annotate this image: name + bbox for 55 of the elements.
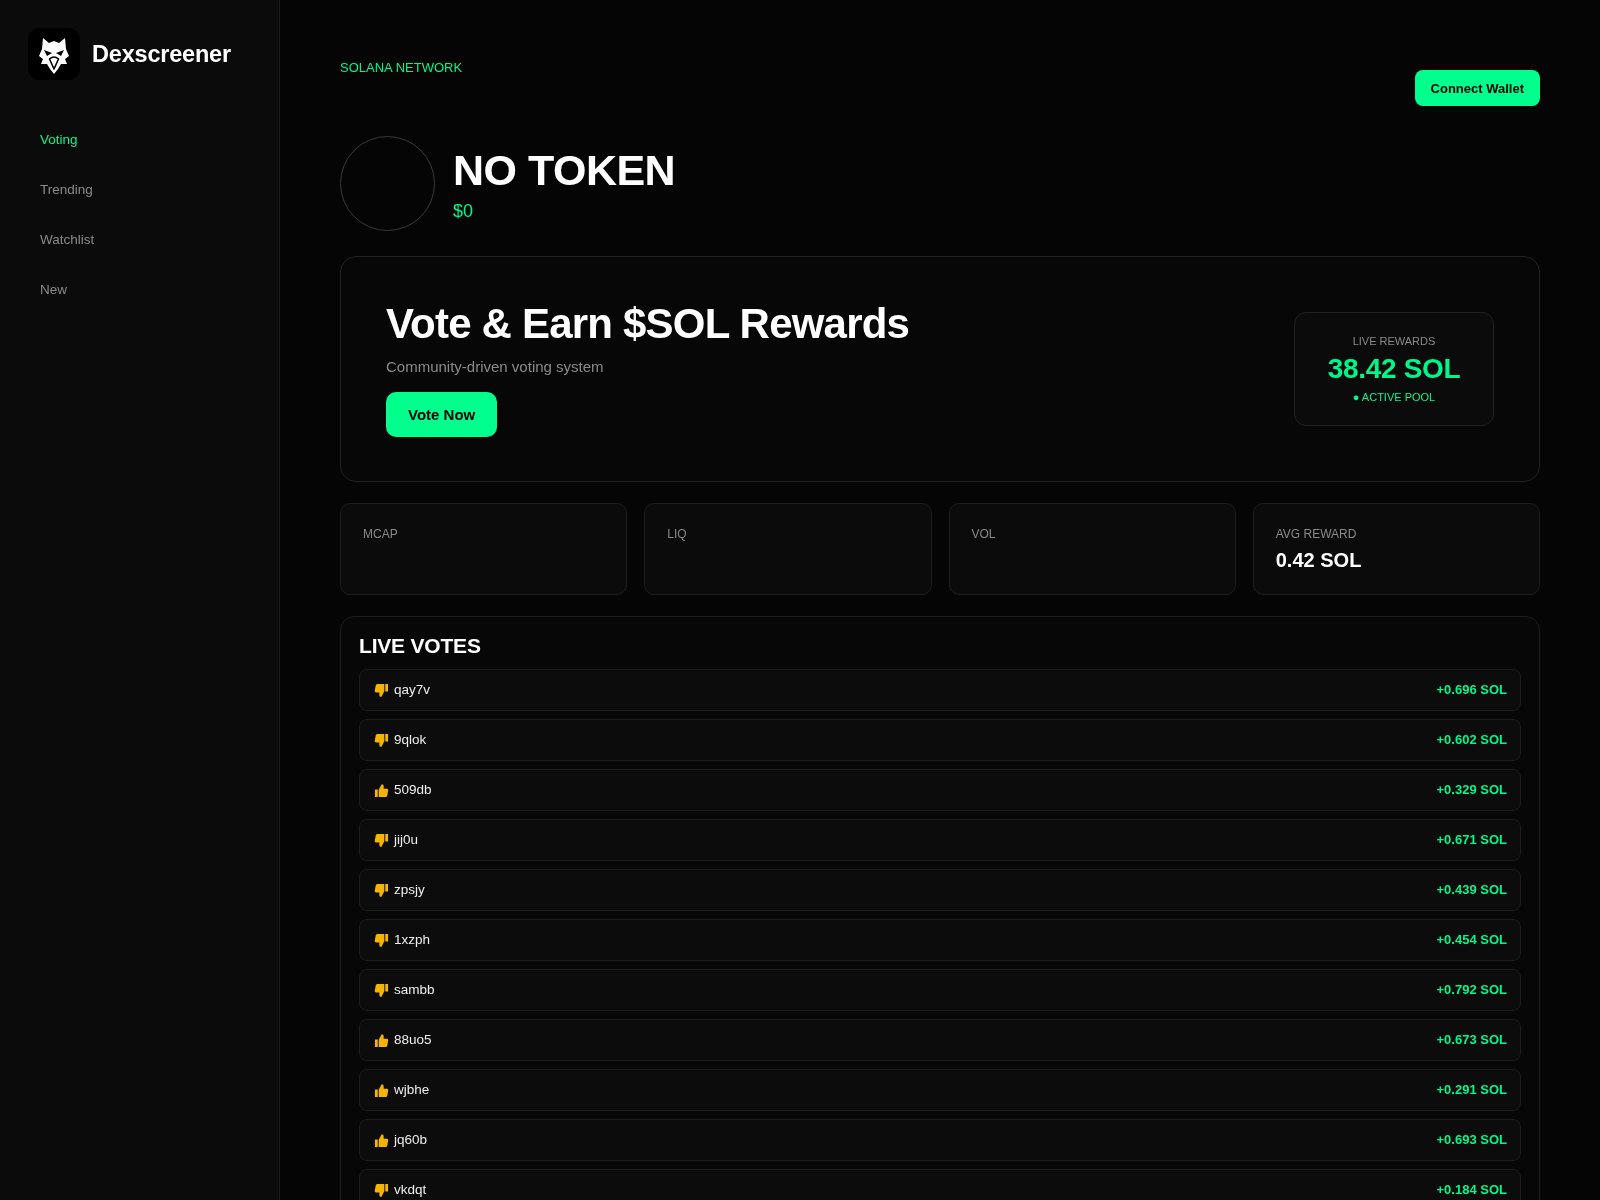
pool-status: ● ACTIVE POOL xyxy=(1352,390,1436,404)
nav-link[interactable]: New xyxy=(28,272,79,308)
vote-reward: +0.184 SOL xyxy=(1436,1182,1507,1198)
stat-label: MCAP xyxy=(363,526,399,542)
voter-name: vkdqt xyxy=(394,1182,427,1198)
voter-name: jij0u xyxy=(394,832,418,848)
nav-link[interactable]: Voting xyxy=(28,122,90,158)
thumbs-up-icon xyxy=(374,1132,389,1148)
token-name: NO TOKEN xyxy=(453,149,676,192)
vote-reward: +0.454 SOL xyxy=(1436,932,1507,948)
voter-name: 88uo5 xyxy=(394,1032,432,1048)
stat-value: 0.42 SOL xyxy=(1275,548,1363,572)
vote-now-button[interactable]: Vote Now xyxy=(386,392,498,437)
thumbs-down-icon xyxy=(374,1182,389,1198)
live-votes-title: LIVE VOTES xyxy=(359,634,482,658)
thumbs-up-icon xyxy=(374,1082,389,1098)
voter-name: sambb xyxy=(394,982,435,998)
thumbs-down-icon xyxy=(374,882,389,898)
network-label: SOLANA NETWORK xyxy=(340,60,463,76)
voter-name: 1xzph xyxy=(394,932,431,948)
vote-reward: +0.673 SOL xyxy=(1436,1032,1507,1048)
live-rewards-label: LIVE REWARDS xyxy=(1352,334,1436,348)
thumbs-down-icon xyxy=(374,932,389,948)
voter-name: 509db xyxy=(394,782,432,798)
stat-label: VOL xyxy=(971,526,997,542)
token-price: $0 xyxy=(453,200,475,222)
vote-reward: +0.329 SOL xyxy=(1436,782,1507,798)
nav-link[interactable]: Watchlist xyxy=(28,222,107,258)
voter-name: zpsjy xyxy=(394,882,425,898)
thumbs-down-icon xyxy=(374,832,389,848)
voter-name: 9qlok xyxy=(394,732,427,748)
banner-title: Vote & Earn $SOL Rewards xyxy=(386,301,910,347)
thumbs-up-icon xyxy=(374,1032,389,1048)
voter-name: wjbhe xyxy=(394,1082,430,1098)
live-rewards-amount: 38.42 SOL xyxy=(1327,353,1461,385)
connect-wallet-button[interactable]: Connect Wallet xyxy=(1414,70,1540,106)
vote-reward: +0.696 SOL xyxy=(1436,682,1507,698)
vote-reward: +0.291 SOL xyxy=(1436,1082,1507,1098)
thumbs-down-icon xyxy=(374,732,389,748)
voter-name: qay7v xyxy=(394,682,431,698)
vote-reward: +0.439 SOL xyxy=(1436,882,1507,898)
brand-name: Dexscreener xyxy=(92,40,231,68)
vote-reward: +0.602 SOL xyxy=(1436,732,1507,748)
voter-name: jq60b xyxy=(394,1132,428,1148)
thumbs-down-icon xyxy=(374,682,389,698)
vote-reward: +0.693 SOL xyxy=(1436,1132,1507,1148)
vote-reward: +0.671 SOL xyxy=(1436,832,1507,848)
banner-subtitle: Community-driven voting system xyxy=(386,357,604,377)
nav-link[interactable]: Trending xyxy=(28,172,105,208)
bird-logo-icon xyxy=(28,28,80,80)
stat-label: LIQ xyxy=(667,526,688,542)
thumbs-down-icon xyxy=(374,982,389,998)
vote-reward: +0.792 SOL xyxy=(1436,982,1507,998)
thumbs-up-icon xyxy=(374,782,389,798)
stat-label: AVG REWARD xyxy=(1275,526,1358,542)
